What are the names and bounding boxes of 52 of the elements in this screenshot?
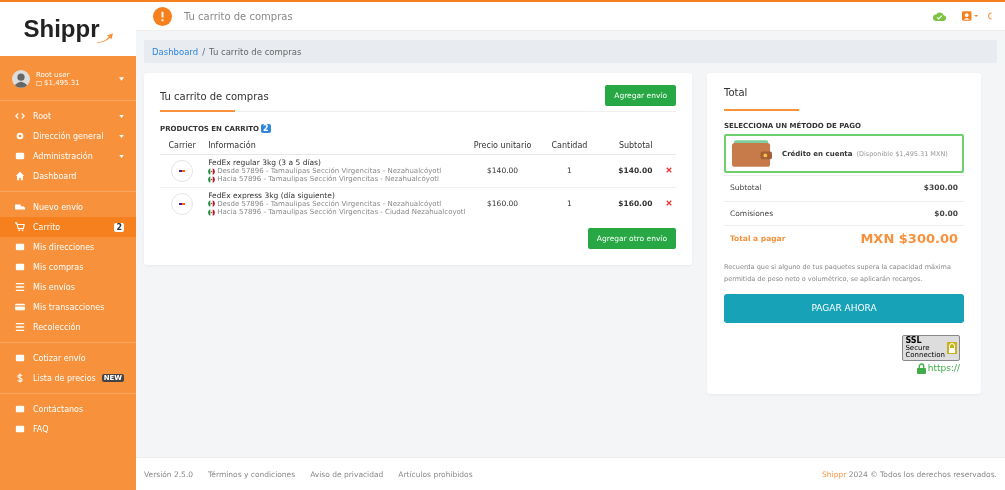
breadcrumb-link[interactable]: Dashboard <box>152 46 199 57</box>
sidebar-item[interactable]: FAQ <box>0 419 136 439</box>
column-header: Cantidad <box>535 137 604 155</box>
sidebar-item[interactable]: Dirección general <box>0 126 136 146</box>
total-amount: MXN $300.00 <box>860 231 958 246</box>
menu-item-icon <box>15 322 25 332</box>
sidebar-item[interactable]: Dashboard <box>0 166 136 186</box>
sidebar-item[interactable]: Root <box>0 106 136 126</box>
delete-icon[interactable] <box>666 167 672 174</box>
card-title: Total <box>724 86 749 98</box>
sidebar-item[interactable]: Nuevo envío <box>0 197 136 217</box>
menu-item-icon <box>15 111 25 121</box>
count-badge: 2 <box>261 124 271 133</box>
sidebar-item[interactable]: Cotizar envío <box>0 348 136 368</box>
padlock-icon <box>916 362 926 374</box>
cloud-check-icon[interactable] <box>933 11 946 21</box>
column-header: Carrier <box>160 137 205 155</box>
sidebar-item[interactable]: Carrito 2 <box>0 217 136 237</box>
wallet-icon <box>36 80 42 86</box>
wallet-icon <box>732 140 772 167</box>
sidebar-item[interactable]: Administración <box>0 146 136 166</box>
sidebar-item[interactable]: Mis envíos <box>0 277 136 297</box>
column-header: Subtotal <box>603 137 657 155</box>
sidebar-item[interactable]: Contáctanos <box>0 399 136 419</box>
avatar-icon <box>12 70 30 88</box>
loading-icon <box>987 12 993 20</box>
account-icon[interactable] <box>962 11 979 21</box>
count-badge: 2 <box>114 222 124 232</box>
alert-icon <box>153 6 172 26</box>
sidebar-item[interactable]: Mis compras <box>0 257 136 277</box>
menu-item-icon <box>15 282 25 292</box>
menu-item-icon <box>15 202 25 212</box>
card-title: Tu carrito de compras <box>160 90 269 102</box>
pay-now-button[interactable]: PAGAR AHORA <box>724 293 964 323</box>
breadcrumb-separator: / <box>202 46 205 57</box>
sidebar-item[interactable]: Mis direcciones <box>0 237 136 257</box>
menu-item-icon <box>15 222 25 232</box>
caret-icon[interactable] <box>119 77 124 81</box>
carrier-logo-icon <box>171 159 194 182</box>
column-header: Precio unitario <box>469 137 536 155</box>
carrier-logo-icon <box>171 192 194 215</box>
sidebar-item[interactable]: Mis transacciones <box>0 297 136 317</box>
breadcrumb-current: Tu carrito de compras <box>209 46 302 57</box>
menu-item-icon <box>15 373 25 383</box>
menu-item-icon <box>15 302 25 312</box>
https-label: https:// <box>927 363 960 374</box>
delete-icon[interactable] <box>666 200 672 207</box>
sidebar-item[interactable]: Recolección <box>0 317 136 337</box>
menu-item-icon <box>15 171 25 181</box>
column-header: Información <box>204 137 470 155</box>
menu-item-icon <box>15 353 25 363</box>
page-title: Tu carrito de compras <box>184 10 293 22</box>
